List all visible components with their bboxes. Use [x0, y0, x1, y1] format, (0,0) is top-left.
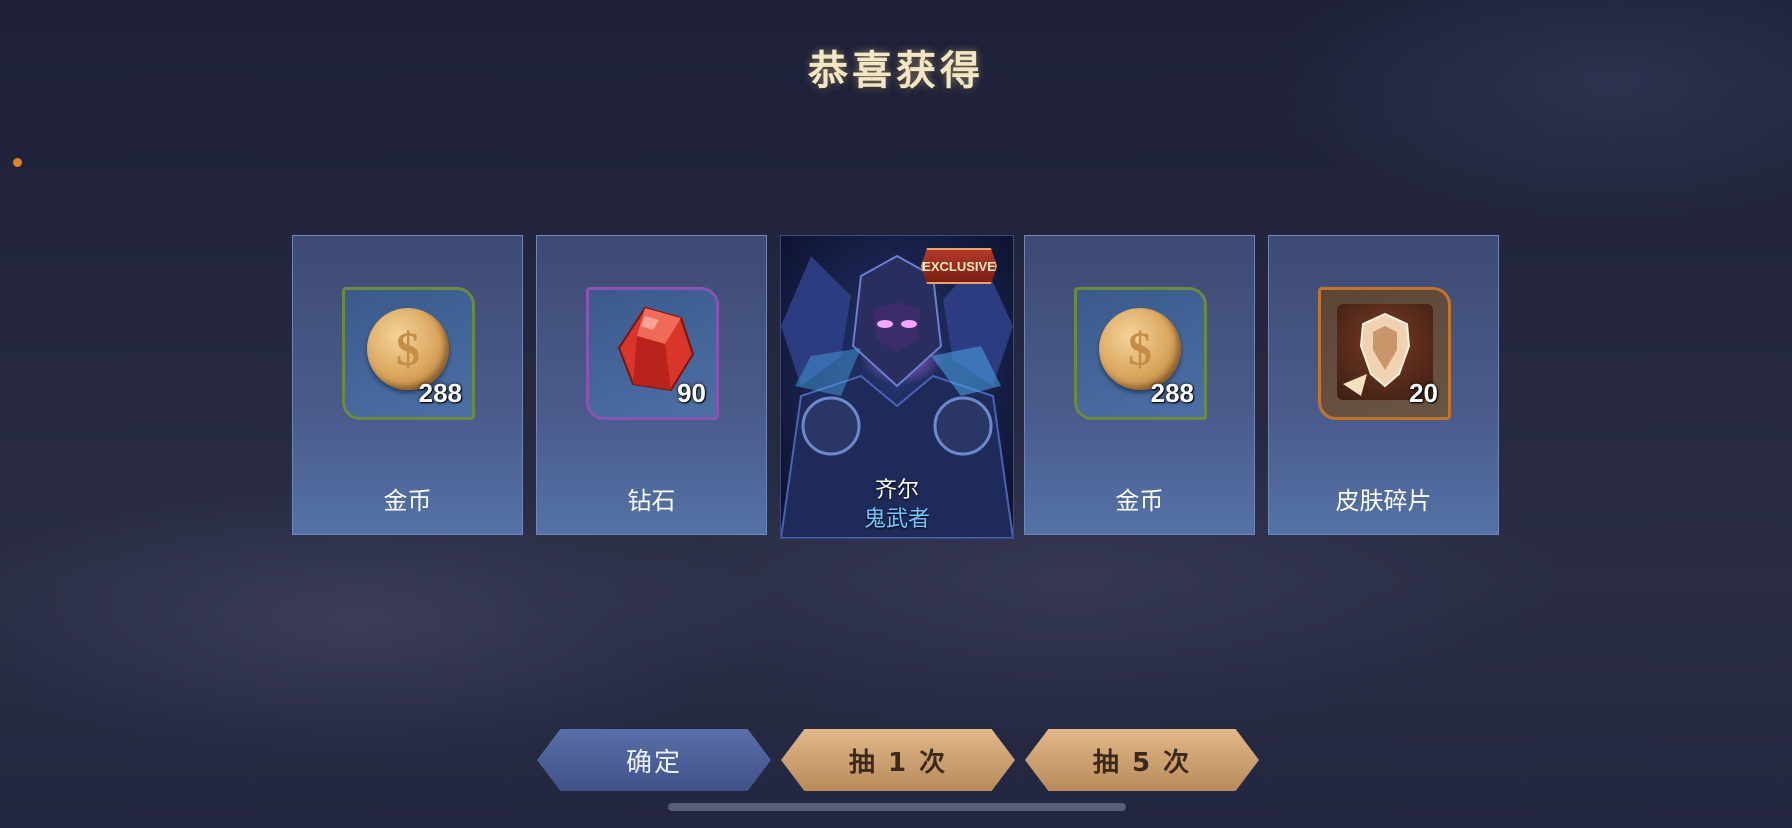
reward-label: 金币 [383, 487, 432, 515]
notification-dot [13, 158, 22, 167]
home-indicator-bar[interactable] [668, 803, 1126, 811]
reward-list: $ 288 金币 90 钻石 EXCLUSIVE 齐尔 鬼武者 $ 288 金币… [292, 235, 1500, 539]
reward-icon-frame: 20 [1318, 287, 1451, 420]
reward-icon-frame: $ 288 [342, 287, 475, 420]
reward-card-diamond[interactable]: 90 钻石 [536, 235, 767, 535]
reward-label: 金币 [1115, 487, 1164, 515]
reward-quantity: 90 [677, 378, 706, 408]
reward-icon-frame: $ 288 [1074, 287, 1207, 420]
reward-quantity: 20 [1409, 378, 1438, 408]
page-title: 恭喜获得 [808, 48, 984, 94]
reward-label: 皮肤碎片 [1335, 487, 1432, 515]
reward-card-skin-fragment[interactable]: 20 皮肤碎片 [1268, 235, 1499, 535]
exclusive-badge: EXCLUSIVE [921, 248, 997, 284]
confirm-button[interactable]: 确定 [537, 729, 771, 791]
draw-five-button[interactable]: 抽 5 次 [1025, 729, 1259, 791]
reward-quantity: 288 [418, 378, 462, 408]
reward-icon-frame: 90 [586, 287, 719, 420]
reward-card-gold-1[interactable]: $ 288 金币 [292, 235, 523, 535]
reward-card-gold-2[interactable]: $ 288 金币 [1024, 235, 1255, 535]
reward-quantity: 288 [1150, 378, 1194, 408]
hero-skin-name: 鬼武者 [863, 507, 930, 532]
reward-card-hero-skin[interactable]: EXCLUSIVE 齐尔 鬼武者 [780, 235, 1014, 539]
draw-once-button[interactable]: 抽 1 次 [781, 729, 1015, 791]
reward-label: 钻石 [627, 487, 676, 515]
hero-name: 齐尔 [874, 478, 919, 503]
